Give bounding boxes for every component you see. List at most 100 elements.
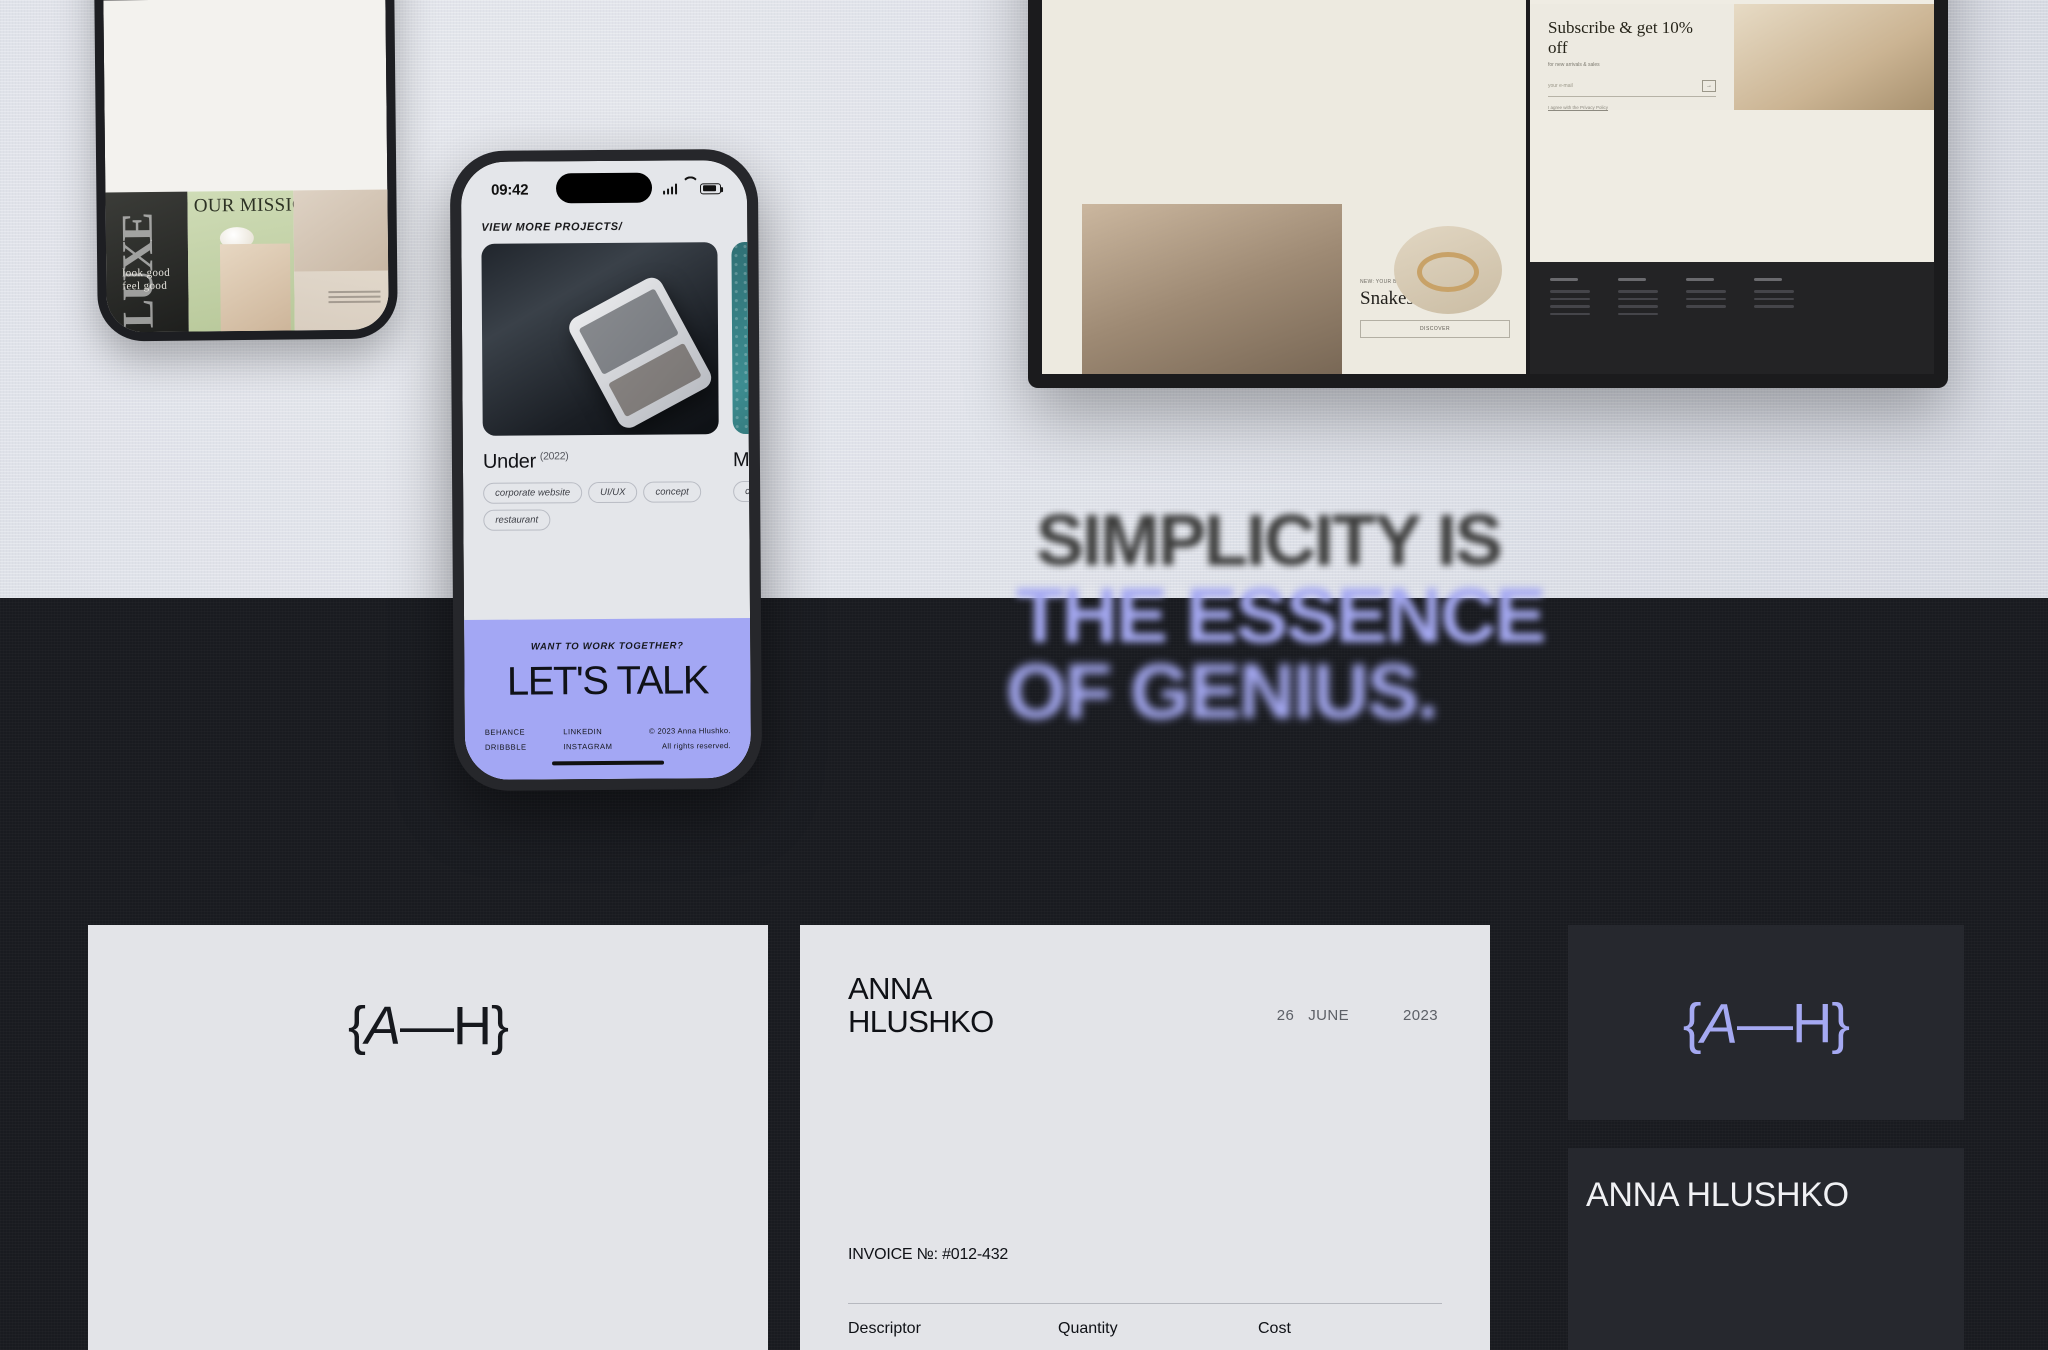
invoice-header: ANNA HLUSHKO 26 JUNE 2023 — [848, 971, 1442, 1039]
desktop-screen: Shop by category Earrings Bracelets Char… — [1042, 0, 1934, 374]
invoice-name: ANNA HLUSHKO — [848, 971, 994, 1039]
invoice-month: JUNE — [1308, 1007, 1350, 1024]
logo-card-dark: {A—H} — [1568, 925, 1964, 1120]
project-title-text: Under — [482, 450, 537, 473]
logo-brace-open: { — [347, 996, 366, 1056]
logo-mark: {A—H} — [347, 995, 509, 1057]
phone-mockup: 09:42 VIEW MORE PROJECTS/ Under (2022) co… — [449, 148, 763, 792]
gallery-model-image — [220, 243, 291, 332]
gallery-portrait-image — [293, 189, 389, 272]
invoice-column-quantity: Quantity — [1058, 1320, 1118, 1337]
home-indicator[interactable] — [552, 760, 665, 766]
gallery-text-lines — [328, 290, 381, 307]
subscribe-field[interactable]: your e-mail → — [1548, 80, 1716, 97]
portfolio-showcase-canvas: LUXE look good feel good OUR MISSION 09:… — [0, 0, 2048, 1350]
gallery-tagline-line1: look good — [122, 266, 171, 279]
quote-line-3: OF GENIUS. — [1006, 646, 1439, 735]
invoice-name-line-2: HLUSHKO — [848, 1003, 994, 1039]
social-links-column-2: LINKEDIN INSTAGRAM — [563, 727, 612, 751]
invoice-number: INVOICE №: #012-432 — [848, 1246, 1009, 1263]
model-photo — [1082, 204, 1342, 374]
subscribe-subtitle: for new arrivals & sales — [1548, 62, 1600, 68]
project-tag[interactable]: corporate website — [483, 482, 583, 504]
project-thumb-device — [564, 273, 716, 433]
gallery-tagline: look good feel good — [122, 266, 170, 294]
subscribe-title: Subscribe & get 10% off — [1548, 18, 1693, 57]
invoice-card: ANNA HLUSHKO 26 JUNE 2023 INVOICE №: #01… — [800, 925, 1490, 1350]
social-link-instagram[interactable]: INSTAGRAM — [563, 742, 612, 751]
rings-blob-image — [1394, 226, 1502, 314]
logo-letter-a: A — [1700, 991, 1738, 1054]
snakes-discover-button[interactable]: DISCOVER — [1360, 320, 1510, 338]
social-links-column-1: BEHANCE DRIBBBLE — [485, 728, 527, 752]
gallery-tagline-line2: feel good — [122, 280, 168, 293]
project-thumbnail — [731, 240, 752, 435]
project-title: Under (2022) — [483, 449, 719, 474]
logo-letter-h: H — [453, 996, 492, 1056]
cellular-signal-icon — [662, 182, 678, 195]
logo-mark-purple: {A—H} — [1682, 990, 1850, 1055]
invoice-date: 26 JUNE 2023 — [1277, 1007, 1438, 1024]
invoice-column-descriptor: Descriptor — [848, 1320, 921, 1337]
logo-brace-open: { — [1682, 991, 1702, 1054]
gallery-tile-portrait — [293, 189, 389, 331]
subscribe-form: Subscribe & get 10% off for new arrivals… — [1530, 4, 1734, 110]
copyright-block: © 2023 Anna Hlushko. All rights reserved… — [649, 726, 731, 751]
battery-icon — [699, 182, 722, 194]
projects-rail[interactable]: Under (2022) corporate website UI/UX conc… — [461, 240, 752, 531]
status-icons — [662, 182, 722, 195]
invoice-year: 2023 — [1403, 1007, 1438, 1024]
gallery-tile-mission: OUR MISSION — [187, 190, 320, 332]
social-link-linkedin[interactable]: LINKEDIN — [563, 727, 612, 736]
project-title: Med — [733, 447, 751, 472]
status-time: 09:42 — [490, 181, 529, 199]
tablet-screen: LUXE look good feel good OUR MISSION — [101, 0, 389, 333]
project-tag[interactable]: corp — [733, 480, 752, 503]
desktop-mockup: Shop by category Earrings Bracelets Char… — [1028, 0, 1948, 388]
tablet-mockup: LUXE look good feel good OUR MISSION — [92, 0, 398, 342]
logo-brace-close: } — [1831, 991, 1850, 1054]
invoice-name-line-1: ANNA — [848, 971, 932, 1006]
cta-title[interactable]: LET'S TALK — [484, 658, 730, 703]
subscribe-image — [1734, 4, 1934, 110]
invoice-day: 26 — [1276, 1007, 1295, 1024]
invoice-column-cost: Cost — [1258, 1320, 1291, 1337]
subscribe-privacy-text[interactable]: I agree with the Privacy Policy — [1548, 105, 1716, 110]
logo-letter-h: H — [1791, 991, 1832, 1054]
footer-column — [1754, 278, 1794, 358]
project-tag[interactable]: restaurant — [483, 509, 551, 531]
tablet-bottom-gallery: LUXE look good feel good OUR MISSION — [105, 189, 389, 333]
copyright-line-2: All rights reserved. — [662, 741, 731, 751]
view-more-projects-label[interactable]: VIEW MORE PROJECTS/ — [461, 206, 747, 244]
project-tags: corp health — [733, 479, 752, 503]
site-footer — [1530, 262, 1934, 374]
subscribe-submit-button[interactable]: → — [1702, 80, 1716, 92]
jewelry-site-left-panel: Shop by category Earrings Bracelets Char… — [1042, 0, 1526, 374]
phone-screen: 09:42 VIEW MORE PROJECTS/ Under (2022) co… — [460, 160, 752, 780]
gallery-tile-dark: LUXE look good feel good — [105, 191, 190, 333]
logo-letter-a: A — [364, 996, 401, 1056]
invoice-table: Descriptor Quantity Cost — [848, 1303, 1442, 1338]
quote-line-1: SIMPLICITY IS — [1036, 501, 1503, 581]
copyright-line-1: © 2023 Anna Hlushko. — [649, 726, 731, 736]
project-title-text: Med — [732, 448, 752, 472]
logo-dash: — — [1736, 991, 1793, 1054]
project-tags: corporate website UI/UX concept restaura… — [483, 481, 719, 531]
quote-block: SIMPLICITY IS THE ESSENCE OF GENIUS. — [1006, 505, 1670, 730]
name-card-dark: ANNA HLUSHKO — [1568, 1148, 1964, 1350]
logo-card-light: {A—H} — [88, 925, 768, 1350]
jewelry-site-right-panel: COLOUR DRAMA+ SPARKLE RINGS+ CHARMS+ WAV… — [1530, 0, 1934, 374]
project-tag[interactable]: concept — [643, 481, 701, 503]
subscribe-email-input[interactable]: your e-mail — [1548, 83, 1702, 89]
project-tag[interactable]: UI/UX — [588, 481, 638, 504]
wifi-icon — [682, 183, 695, 193]
cta-footer: BEHANCE DRIBBBLE LINKEDIN INSTAGRAM © 20… — [485, 726, 731, 752]
social-link-dribbble[interactable]: DRIBBBLE — [485, 743, 527, 752]
social-link-behance[interactable]: BEHANCE — [485, 728, 527, 737]
project-year: (2022) — [539, 450, 569, 463]
project-card[interactable]: Med corp health — [731, 240, 752, 529]
brand-name: ANNA HLUSHKO — [1586, 1176, 1849, 1214]
footer-column — [1618, 278, 1658, 358]
cta-kicker: WANT TO WORK TOGETHER? — [530, 640, 684, 653]
project-card[interactable]: Under (2022) corporate website UI/UX conc… — [481, 242, 719, 531]
